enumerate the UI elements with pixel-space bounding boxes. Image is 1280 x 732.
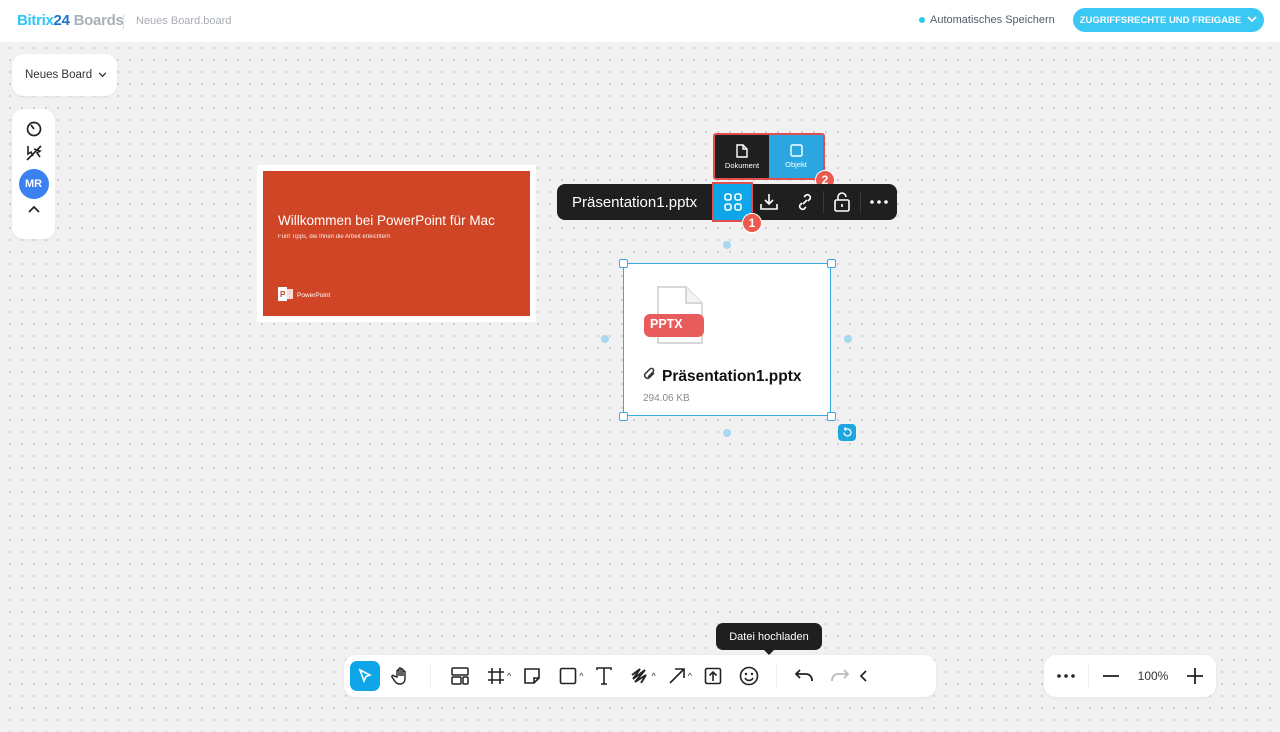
scribble-icon (631, 668, 648, 684)
frame-icon (488, 668, 504, 684)
minus-icon (1103, 675, 1119, 677)
redo-button[interactable] (825, 661, 855, 691)
file-name: Präsentation1.pptx (662, 367, 802, 385)
hand-tool[interactable] (386, 661, 416, 691)
frames-tool[interactable] (445, 661, 475, 691)
step-badge-1: 1 (742, 213, 762, 233)
document-icon (736, 143, 748, 158)
connector-handle-left[interactable] (601, 335, 609, 343)
object-icon (789, 144, 803, 157)
left-toolbar: MR (12, 109, 55, 239)
divider (430, 665, 431, 687)
hand-icon (391, 667, 406, 685)
bottom-toolbar: ^ ^ ^ ^ (344, 655, 936, 697)
avatar[interactable]: MR (18, 169, 49, 199)
object-label: Objekt (785, 160, 807, 169)
document-label: Dokument (724, 160, 760, 170)
plus-icon (1187, 668, 1203, 684)
resize-handle[interactable] (827, 412, 836, 421)
autosave-indicator (919, 17, 925, 23)
connector-handle-top[interactable] (723, 241, 731, 249)
board-file-name: Neues Board.board (136, 15, 232, 27)
chevron-left-icon (859, 670, 867, 682)
file-size: 294.06 KB (643, 393, 690, 404)
share-button-label: ZUGRIFFSRECHTE UND FREIGABE (1079, 14, 1242, 26)
cursor-icon (358, 668, 372, 684)
view-object-option[interactable]: Objekt (769, 135, 823, 178)
svg-text:P: P (280, 290, 286, 299)
zoom-level[interactable]: 100% (1126, 669, 1180, 683)
unlock-icon (834, 192, 850, 212)
zoom-out-button[interactable] (1096, 661, 1126, 691)
grid-icon (723, 193, 742, 211)
divider (1088, 665, 1089, 687)
undo-button[interactable] (789, 661, 819, 691)
arrow-icon (669, 668, 685, 684)
text-icon (596, 667, 613, 685)
chevron-down-icon (98, 69, 107, 81)
slide-subtitle: Fünf Tipps, die Ihnen die Arbeit erleich… (278, 234, 391, 240)
chevron-up-icon[interactable] (27, 205, 40, 213)
download-icon (760, 194, 779, 210)
divider (123, 14, 124, 29)
emoji-tool[interactable] (734, 661, 764, 691)
more-button[interactable] (1051, 661, 1081, 691)
toolbar-filename: Präsentation1.pptx (572, 193, 698, 211)
file-ext-label: PPTX (650, 317, 683, 331)
rotate-button[interactable] (838, 424, 856, 441)
paperclip-icon (643, 367, 656, 386)
app-header: Bitrix24 Boards Neues Board.board Automat… (0, 0, 1280, 42)
slide-brand: PowerPoint (297, 291, 331, 299)
connector-handle-right[interactable] (844, 335, 852, 343)
view-mode-popup: Dokument Objekt (713, 133, 825, 180)
copy-link-button[interactable] (787, 184, 823, 220)
text-tool[interactable] (589, 661, 619, 691)
resize-handle[interactable] (619, 412, 628, 421)
chevron-up-icon[interactable]: ^ (688, 671, 692, 681)
slide-preview[interactable]: Willkommen bei PowerPoint für Mac Fünf T… (257, 165, 536, 322)
more-icon (870, 200, 888, 204)
square-icon (559, 667, 577, 685)
chevron-up-icon[interactable]: ^ (651, 671, 655, 681)
layout-icon (451, 667, 469, 685)
logo[interactable]: Bitrix24 Boards (17, 12, 124, 29)
board-menu-label: Neues Board (25, 69, 93, 81)
link-icon (799, 193, 812, 211)
sticky-note-icon (524, 668, 541, 684)
tooltip: Datei hochladen (716, 623, 822, 655)
pptx-file-icon: PPTX (644, 286, 708, 351)
chevron-down-icon (1247, 15, 1257, 26)
smiley-icon (739, 666, 759, 686)
file-context-toolbar: Präsentation1.pptx (557, 182, 897, 222)
upload-icon (704, 667, 722, 685)
resize-handle[interactable] (827, 259, 836, 268)
more-icon (1057, 674, 1075, 678)
divider (775, 665, 777, 687)
resize-handle[interactable] (619, 259, 628, 268)
board-menu-dropdown[interactable]: Neues Board (12, 54, 117, 96)
select-tool[interactable] (350, 661, 380, 691)
lock-button[interactable] (824, 184, 860, 220)
slide-title: Willkommen bei PowerPoint für Mac (278, 213, 495, 228)
upload-file-tool[interactable] (698, 661, 728, 691)
share-button[interactable]: ZUGRIFFSRECHTE UND FREIGABE (1073, 8, 1264, 32)
zoom-controls: 100% (1044, 655, 1216, 697)
chevron-up-icon[interactable]: ^ (579, 671, 583, 681)
chevron-up-icon[interactable]: ^ (507, 671, 511, 681)
collapse-toolbar-button[interactable] (855, 661, 871, 691)
hide-cursors-icon[interactable] (24, 143, 44, 163)
autosave-label: Automatisches Speichern (930, 14, 1055, 26)
undo-icon (794, 669, 813, 681)
more-button[interactable] (861, 184, 897, 220)
rotate-icon (842, 427, 852, 437)
file-card[interactable]: PPTX Präsentation1.pptx 294.06 KB (623, 263, 831, 416)
zoom-in-button[interactable] (1180, 661, 1210, 691)
powerpoint-logo-icon: P (278, 287, 293, 303)
redo-icon (831, 669, 849, 681)
timer-icon[interactable] (25, 119, 43, 137)
sticky-note-tool[interactable] (517, 661, 547, 691)
connector-handle-bottom[interactable] (723, 429, 731, 437)
view-document-option[interactable]: Dokument (715, 135, 769, 178)
